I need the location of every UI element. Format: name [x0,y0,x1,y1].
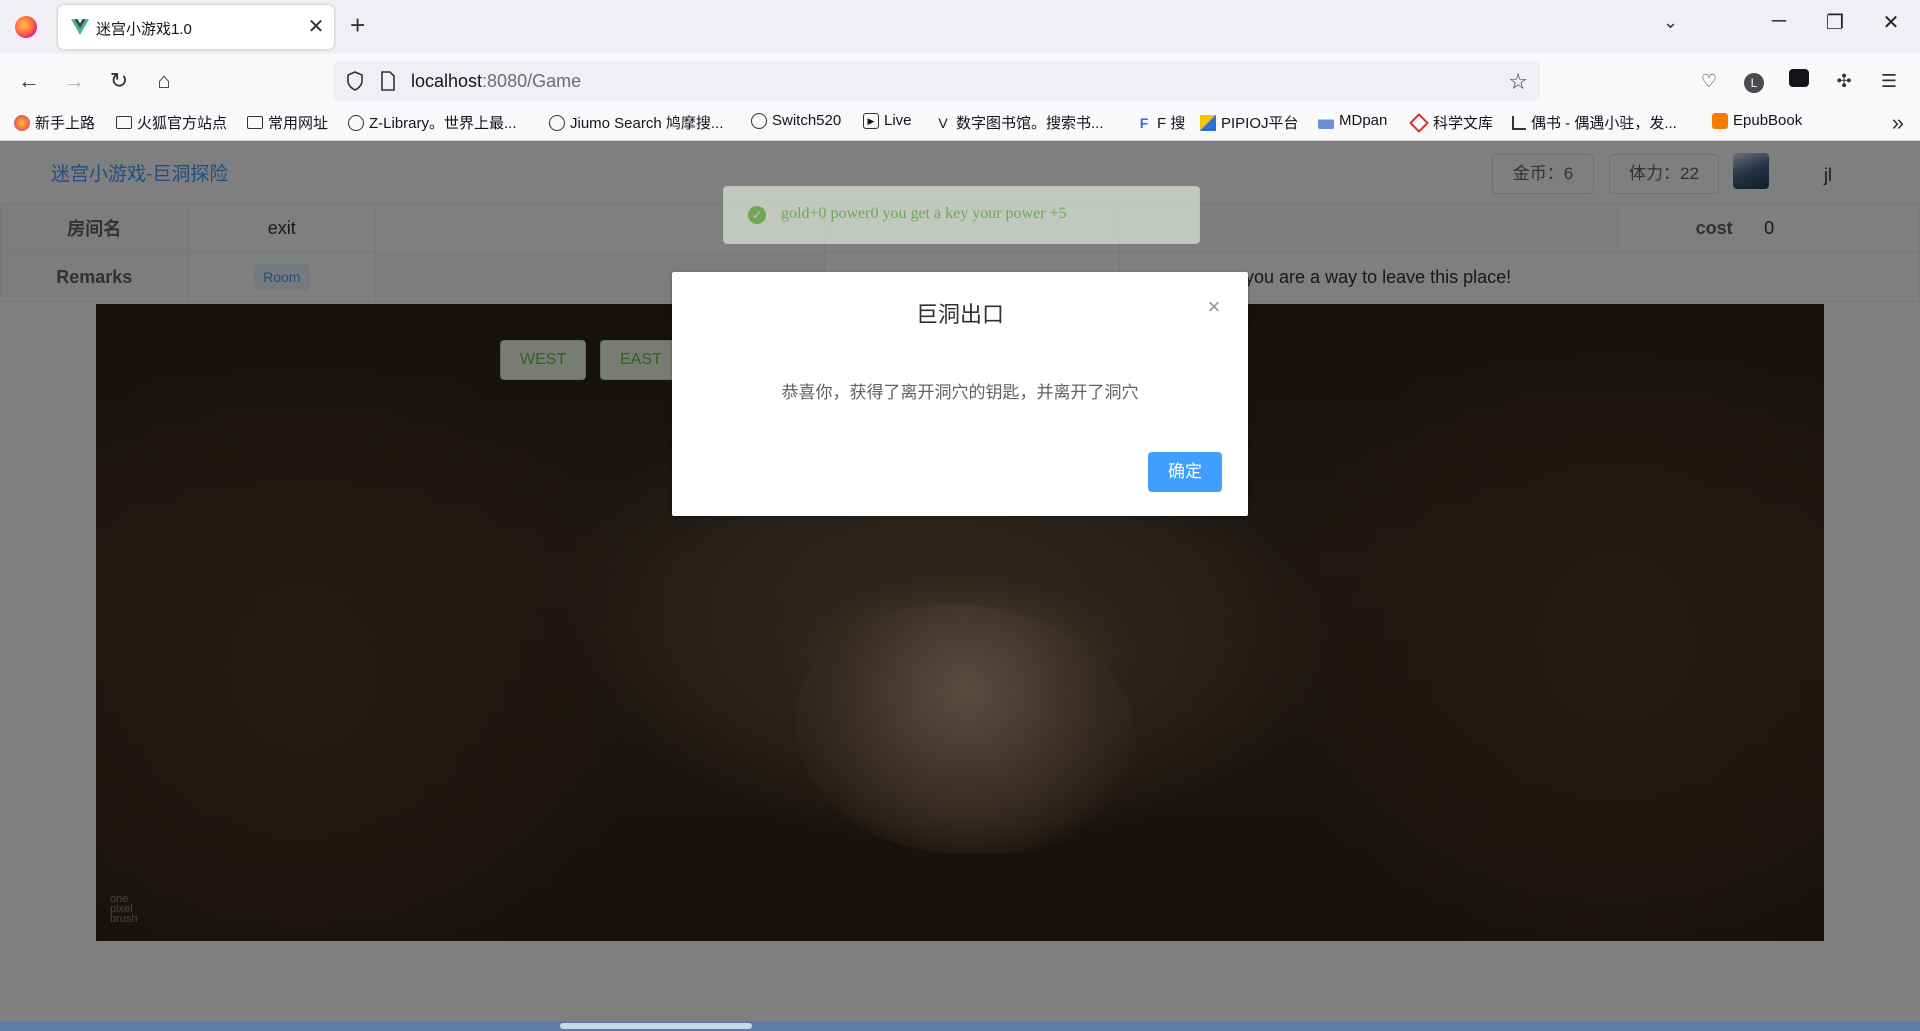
tab-close-icon[interactable]: ✕ [304,14,328,39]
folder-icon [247,116,263,129]
dialog-body: 恭喜你，获得了离开洞穴的钥匙，并离开了洞穴 [781,383,1139,402]
bookmark-star-icon[interactable]: ☆ [1508,69,1528,95]
check-circle-icon: ✓ [748,206,766,224]
bookmark-item[interactable]: ▶ Live [863,112,912,129]
bookmark-folder[interactable]: 火狐官方站点 [116,112,227,133]
tab-title: 迷宫小游戏1.0 [96,21,192,38]
bookmark-item[interactable]: PIPIOJ平台 [1200,112,1299,133]
oushu-icon [1512,115,1526,130]
globe-icon [549,114,565,131]
dialog-title: 巨洞出口 [915,302,1004,327]
f-logo-icon: F [1139,114,1149,131]
restore-icon[interactable]: ❐ [1815,10,1855,35]
url-text[interactable]: localhost:8080/Game [411,71,581,92]
v-logo-icon: V [938,114,948,131]
bookmarks-bar: 新手上路 火狐官方站点 常用网址 Z-Library。世界上最... Jiumo… [0,108,1920,141]
pipioj-icon [1200,114,1216,131]
extensions-puzzle-icon[interactable]: ✣ [1831,68,1857,94]
confirm-button[interactable]: 确定 [1148,452,1222,492]
new-tab-button[interactable]: + [350,10,365,41]
extension-icon[interactable] [1786,68,1812,94]
message-text: gold+0 power0 you get a key your power +… [781,205,1067,222]
address-bar[interactable]: localhost:8080/Game ☆ [333,61,1540,101]
horizontal-scrollbar[interactable] [0,1021,1920,1031]
bookmark-item[interactable]: Jiumo Search 鸠摩搜... [549,112,723,133]
bookmark-folder[interactable]: 常用网址 [247,112,328,133]
bookmark-item[interactable]: Switch520 [751,112,841,129]
dialog-close-icon[interactable]: × [1202,294,1226,320]
pocket-icon[interactable]: ♡ [1696,68,1722,94]
bookmark-item[interactable]: F F 搜 [1136,112,1186,133]
window-close-icon[interactable]: ✕ [1871,10,1911,35]
browser-tab[interactable]: 迷宫小游戏1.0 ✕ [58,5,334,49]
mdpan-icon [1318,112,1334,129]
bookmark-item[interactable]: EpubBook [1712,112,1802,129]
page-info-icon[interactable] [379,71,397,91]
firefox-icon[interactable] [15,16,37,38]
kexue-icon [1409,112,1429,133]
bookmark-item[interactable]: Z-Library。世界上最... [348,112,517,133]
forward-icon[interactable]: → [59,66,89,96]
menu-icon[interactable]: ☰ [1876,68,1902,94]
vue-logo-icon [71,19,89,35]
globe-icon [348,114,364,131]
account-icon[interactable]: L [1741,68,1767,94]
tracking-shield-icon[interactable] [345,71,365,91]
exit-dialog: 巨洞出口 × 恭喜你，获得了离开洞穴的钥匙，并离开了洞穴 确定 [672,272,1248,516]
bookmark-item[interactable]: 科学文库 [1409,112,1493,133]
back-icon[interactable]: ← [14,66,44,96]
success-message: ✓ gold+0 power0 you get a key your power… [723,186,1200,244]
bookmark-item[interactable]: MDpan [1318,112,1387,129]
play-icon: ▶ [863,112,879,129]
bookmark-item[interactable]: 新手上路 [14,112,95,133]
bookmarks-overflow-icon[interactable]: » [1892,110,1904,136]
minimize-icon[interactable]: ─ [1759,10,1799,33]
browser-toolbar: ← → ↻ ⌂ localhost:8080/Game ☆ ♡ L ✣ ☰ [0,54,1920,108]
folder-icon [116,116,132,129]
home-icon[interactable]: ⌂ [149,66,179,96]
bookmark-item[interactable]: V 数字图书馆。搜索书... [935,112,1103,133]
blogger-icon [1712,112,1728,129]
bookmark-item[interactable]: 偶书 - 偶遇小驻，发... [1512,112,1677,133]
globe-icon [751,112,767,129]
list-all-tabs-icon[interactable]: ⌄ [1663,12,1678,33]
browser-tab-strip: 迷宫小游戏1.0 ✕ + ⌄ ─ ❐ ✕ [0,0,1920,54]
reload-icon[interactable]: ↻ [104,66,134,96]
scrollbar-thumb[interactable] [560,1023,752,1029]
firefox-icon [14,114,30,131]
